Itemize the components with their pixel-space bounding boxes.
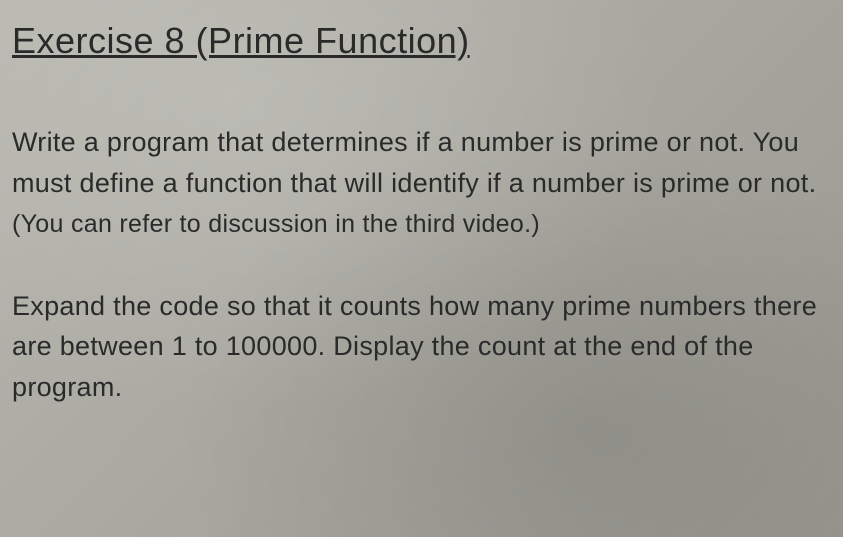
hint-text: (You can refer to discussion in the thir…: [12, 210, 540, 238]
document-content: Exercise 8 (Prime Function) Write a prog…: [12, 20, 823, 407]
instruction-text-1: Write a program that determines if a num…: [12, 127, 816, 198]
exercise-heading: Exercise 8 (Prime Function): [12, 20, 823, 62]
instruction-paragraph-2: Expand the code so that it counts how ma…: [12, 286, 823, 408]
instruction-paragraph-1: Write a program that determines if a num…: [12, 122, 823, 244]
